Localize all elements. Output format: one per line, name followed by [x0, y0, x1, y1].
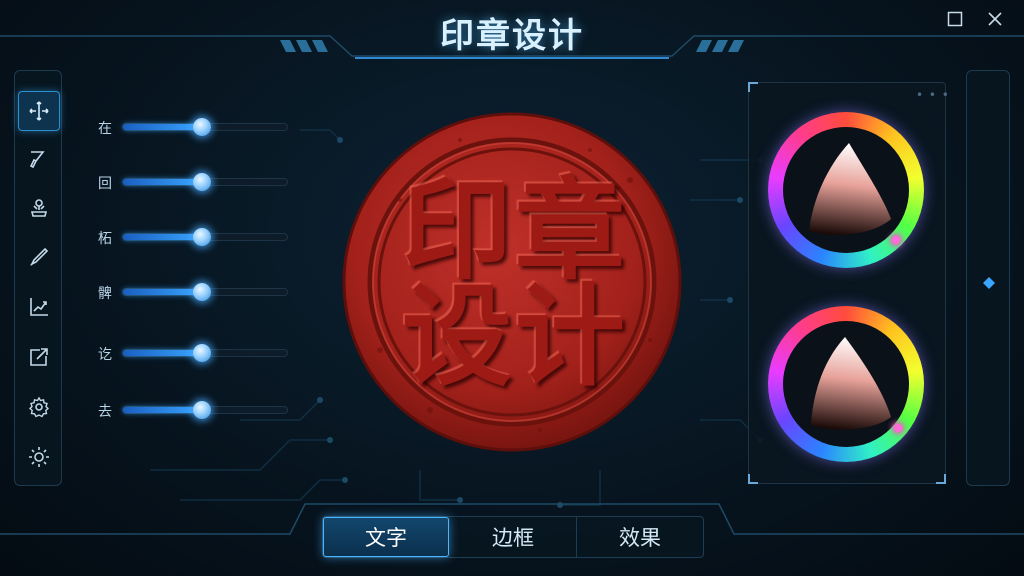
pen-icon [30, 247, 49, 266]
brush-tool-button[interactable] [18, 139, 60, 179]
slider-label: 柘 [98, 231, 112, 247]
slider-track[interactable] [122, 118, 288, 136]
hue-marker[interactable] [894, 424, 902, 432]
stamp-icon [30, 199, 48, 217]
slider-thumb[interactable] [192, 118, 211, 136]
maximize-button[interactable] [942, 6, 968, 32]
move-tool-button[interactable] [18, 91, 60, 131]
slider-fill [123, 124, 202, 130]
slider-label: 去 [98, 404, 112, 420]
gear-outline-icon [29, 447, 49, 467]
tab-border[interactable]: 边框 [449, 517, 576, 557]
export-icon [30, 348, 48, 366]
slider-label: 髀 [98, 286, 112, 302]
color-triangle[interactable] [783, 127, 909, 253]
slider-label: 讫 [98, 347, 112, 363]
square-icon [947, 11, 963, 27]
side-scroll-rail[interactable] [966, 70, 1010, 486]
chart-icon [30, 298, 48, 316]
color-triangle[interactable] [783, 321, 909, 447]
stamp-tool-button[interactable] [18, 189, 60, 229]
stamp-char: 印 [402, 166, 512, 295]
hue-marker[interactable] [892, 236, 900, 244]
slider-fill [123, 350, 202, 356]
slider-fill [123, 407, 202, 413]
slider-thumb[interactable] [192, 401, 211, 419]
slider-label: 在 [98, 121, 112, 137]
panel-corner [936, 474, 946, 484]
title-bar: 印章设计 [0, 0, 1024, 62]
slider-track[interactable] [122, 228, 288, 246]
slider-track[interactable] [122, 401, 288, 419]
stamp-preview[interactable]: 印 章 设 计 [340, 110, 684, 454]
slider-row: 在 [98, 116, 292, 138]
stamp-char: 计 [515, 272, 625, 401]
slider-row: 讫 [98, 342, 292, 364]
chart-tool-button[interactable] [18, 287, 60, 327]
brush-icon [29, 151, 45, 169]
panel-corner [748, 82, 758, 92]
move-arrows-icon [29, 101, 49, 121]
app-title: 印章设计 [440, 16, 584, 56]
export-tool-button[interactable] [18, 337, 60, 377]
bottom-tabs: 文字 边框 效果 [322, 516, 704, 558]
stamp-char: 章 [515, 166, 625, 295]
tool-sidebar [14, 70, 62, 486]
slider-row: 髀 [98, 281, 292, 303]
slider-thumb[interactable] [192, 344, 211, 362]
slider-thumb[interactable] [192, 228, 211, 246]
stamp-char: 设 [402, 272, 512, 401]
slider-track[interactable] [122, 344, 288, 362]
slider-label: 回 [98, 176, 112, 192]
slider-row: 去 [98, 399, 292, 421]
slider-track[interactable] [122, 283, 288, 301]
slider-fill [123, 179, 202, 185]
tab-effects[interactable]: 效果 [576, 517, 703, 557]
stamp-seal-shape [342, 112, 682, 452]
slider-thumb[interactable] [192, 283, 211, 301]
gear-icon [28, 396, 50, 418]
slider-row: 柘 [98, 226, 292, 248]
slider-fill [123, 234, 202, 240]
slider-track[interactable] [122, 173, 288, 191]
panel-corner [748, 474, 758, 484]
secondary-color-picker[interactable] [768, 306, 924, 462]
ellipsis-icon[interactable]: • • • [916, 88, 950, 102]
advanced-settings-tool-button[interactable] [18, 437, 60, 477]
tab-text[interactable]: 文字 [323, 517, 449, 557]
pen-tool-button[interactable] [18, 237, 60, 277]
close-button[interactable] [982, 6, 1008, 32]
settings-tool-button[interactable] [18, 387, 60, 427]
slider-thumb[interactable] [192, 173, 211, 191]
slider-row: 回 [98, 171, 292, 193]
diamond-icon[interactable] [983, 277, 995, 289]
close-icon [988, 12, 1002, 26]
slider-fill [123, 289, 202, 295]
primary-color-picker[interactable] [768, 112, 924, 268]
